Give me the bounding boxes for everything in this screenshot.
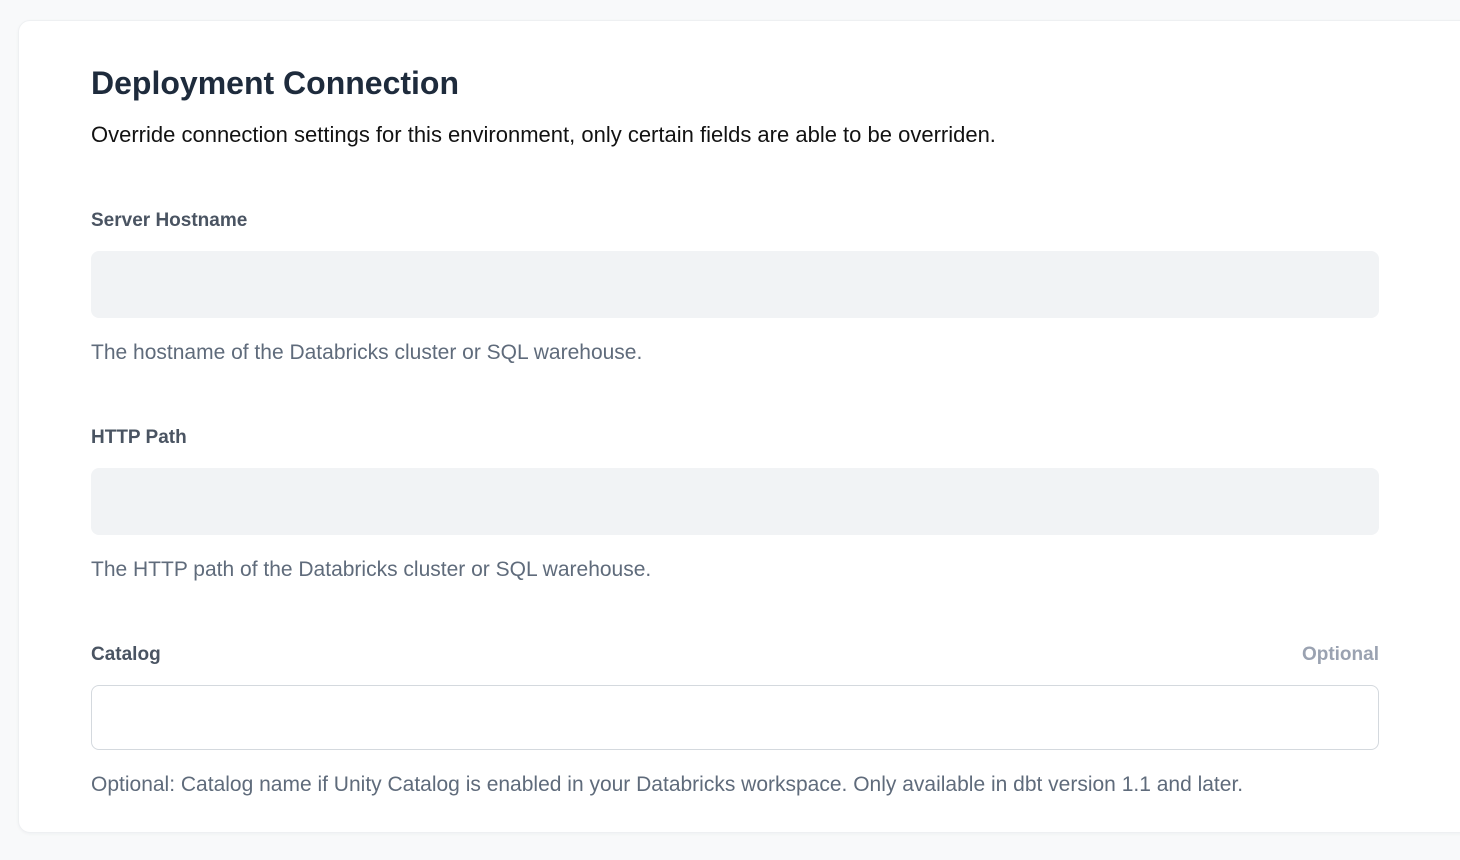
catalog-label: Catalog bbox=[91, 643, 161, 668]
label-row: Catalog Optional bbox=[91, 643, 1379, 668]
page-title: Deployment Connection bbox=[91, 63, 1379, 105]
http-path-help-text: The HTTP path of the Databricks cluster … bbox=[91, 556, 1379, 583]
server-hostname-input bbox=[91, 251, 1379, 318]
http-path-label: HTTP Path bbox=[91, 426, 187, 451]
field-group-http-path: HTTP Path The HTTP path of the Databrick… bbox=[91, 426, 1379, 583]
page-background: Deployment Connection Override connectio… bbox=[0, 0, 1460, 860]
field-group-catalog: Catalog Optional Optional: Catalog name … bbox=[91, 643, 1379, 798]
label-row: HTTP Path bbox=[91, 426, 1379, 451]
catalog-optional-badge: Optional bbox=[1302, 643, 1379, 668]
label-row: Server Hostname bbox=[91, 209, 1379, 234]
http-path-input bbox=[91, 468, 1379, 535]
catalog-input[interactable] bbox=[91, 685, 1379, 750]
catalog-help-text: Optional: Catalog name if Unity Catalog … bbox=[91, 771, 1379, 798]
server-hostname-label: Server Hostname bbox=[91, 209, 247, 234]
deployment-connection-card: Deployment Connection Override connectio… bbox=[18, 20, 1460, 833]
field-group-server-hostname: Server Hostname The hostname of the Data… bbox=[91, 209, 1379, 366]
card-content: Deployment Connection Override connectio… bbox=[19, 21, 1379, 798]
server-hostname-help-text: The hostname of the Databricks cluster o… bbox=[91, 339, 1379, 366]
page-subtitle: Override connection settings for this en… bbox=[91, 121, 1379, 150]
